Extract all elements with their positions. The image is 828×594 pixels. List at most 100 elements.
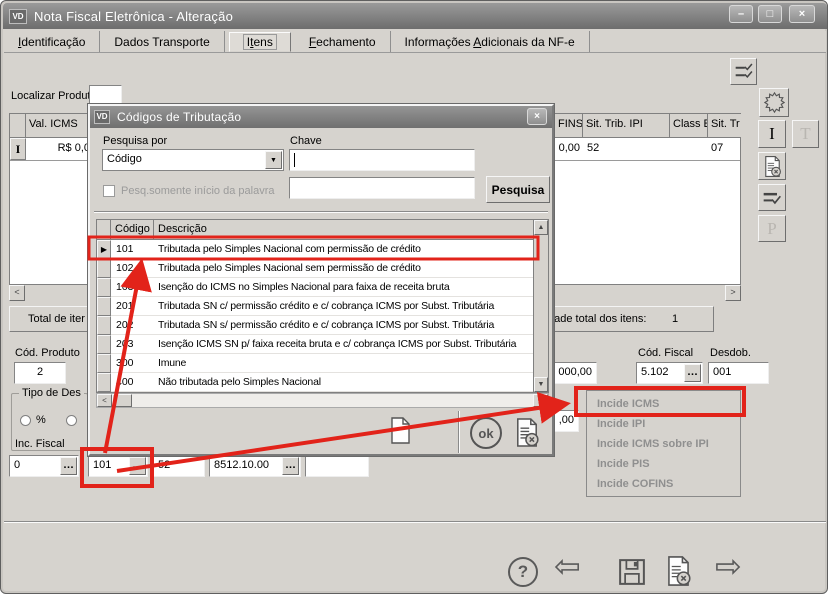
row-selector-cell[interactable] xyxy=(97,316,111,335)
pesquisa-button[interactable]: Pesquisa xyxy=(486,176,550,203)
arrow-left-icon: ⇦ xyxy=(554,548,581,584)
incide-ipi-option: Incide IPI xyxy=(597,414,740,434)
codigo-cell: 300 xyxy=(111,354,154,369)
new-document-icon xyxy=(388,416,412,445)
radio-valor[interactable] xyxy=(66,415,77,426)
row-selector-cell[interactable] xyxy=(97,373,111,392)
codigo-cell: 203 xyxy=(111,335,154,350)
trib-code-field[interactable]: 101 … xyxy=(88,455,148,477)
minimize-button[interactable]: – xyxy=(729,5,753,23)
grid-vertical-scrollbar[interactable]: ▲ ▼ xyxy=(533,220,548,392)
grid-scroll-right-button[interactable]: > xyxy=(725,285,741,301)
scroll-right-icon: > xyxy=(730,287,735,297)
radio-percent-label: % xyxy=(36,414,46,426)
tributacao-row-103[interactable]: 103Isenção do ICMS no Simples Nacional p… xyxy=(97,278,535,297)
check-all-items-button[interactable] xyxy=(730,58,757,85)
tab-label: Identificação xyxy=(18,35,85,49)
grid-col-descricao: Descrição xyxy=(154,220,534,240)
descricao-cell: Tributada SN c/ permissão crédito e c/ c… xyxy=(154,297,535,312)
trib-code-lookup-button[interactable]: … xyxy=(129,457,146,475)
new-record-button[interactable] xyxy=(388,416,412,448)
cod-fiscal-lookup-button[interactable]: … xyxy=(684,364,701,382)
close-button[interactable]: × xyxy=(789,5,815,23)
tab-itens[interactable]: Itens xyxy=(229,32,291,52)
pesquisa-button-label: Pesquisa xyxy=(492,183,545,197)
row-selector-cell[interactable] xyxy=(97,297,111,316)
current-row-pointer-icon: ▶ xyxy=(101,245,107,254)
row-selector-cell[interactable] xyxy=(97,278,111,297)
document-delete-icon xyxy=(514,417,540,448)
scroll-up-button[interactable]: ▲ xyxy=(534,220,548,235)
pesquisa-por-select[interactable]: Código ▼ xyxy=(102,149,284,171)
inc-fiscal-lookup-button[interactable]: … xyxy=(60,457,77,475)
dialog-titlebar[interactable]: VD Códigos de Tributação xyxy=(90,106,552,128)
tributacao-row-202[interactable]: 202Tributada SN s/ permissão crédito e c… xyxy=(97,316,535,335)
secondary-search-input[interactable] xyxy=(289,177,475,199)
item-mode-button[interactable]: I xyxy=(758,120,786,148)
seal-button[interactable] xyxy=(759,88,789,117)
tributacao-row-101[interactable]: ▶101Tributada pelo Simples Nacional com … xyxy=(97,240,535,259)
grid-scroll-left-button[interactable]: < xyxy=(9,285,25,301)
pesq-inicio-checkbox[interactable] xyxy=(103,185,115,197)
totals-left-label: Total de iter xyxy=(28,313,85,325)
tributacao-row-400[interactable]: 400Não tributada pelo Simples Nacional xyxy=(97,373,535,392)
cancel-button[interactable] xyxy=(514,417,540,451)
tab-bar: Identificação Dados TransporteItensFecham… xyxy=(4,31,826,53)
incide-options-box: Incide ICMS Incide IPI Incide ICMS sobre… xyxy=(586,390,741,497)
tributacao-row-300[interactable]: 300Imune xyxy=(97,354,535,373)
row-selector-cell[interactable] xyxy=(97,259,111,278)
dialog-close-button[interactable]: × xyxy=(527,108,547,125)
ok-button[interactable]: ok xyxy=(470,417,502,449)
extra-field[interactable] xyxy=(305,455,369,477)
cst-field[interactable]: 52 xyxy=(153,455,205,477)
dropdown-button[interactable]: ▼ xyxy=(265,151,282,169)
previous-button[interactable]: ⇦ xyxy=(554,551,581,581)
row-selector-cell[interactable] xyxy=(97,354,111,373)
chevron-down-icon: ▼ xyxy=(270,157,277,164)
tab-fechamento[interactable]: Fechamento xyxy=(295,31,391,52)
tipo-desconto-label: Tipo de Des xyxy=(19,387,84,399)
cod-produto-field[interactable]: 2 xyxy=(14,362,66,384)
chave-input[interactable] xyxy=(289,149,475,171)
cancel-record-button[interactable] xyxy=(665,555,692,590)
chave-label: Chave xyxy=(290,135,322,147)
confirm-list-button[interactable] xyxy=(758,184,786,211)
localizar-produto-input[interactable] xyxy=(89,85,122,106)
inc-fiscal-field[interactable]: 0 … xyxy=(9,455,79,477)
tributacao-grid[interactable]: Código Descrição ▶101Tributada pelo Simp… xyxy=(96,219,549,393)
scroll-down-button[interactable]: ▼ xyxy=(534,377,548,392)
desdob-value: 001 xyxy=(713,366,731,378)
app-window: VD Nota Fiscal Eletrônica - Alteração – … xyxy=(0,0,828,594)
maximize-button[interactable]: □ xyxy=(758,5,782,23)
tab-identifica-o[interactable]: Identificação xyxy=(4,31,100,52)
tab-informa-es-adicionais-da-nf-e[interactable]: Informações Adicionais da NF-e xyxy=(391,31,590,52)
cod-fiscal-field[interactable]: 5.102 … xyxy=(636,362,703,384)
desdob-field[interactable]: 001 xyxy=(708,362,769,384)
codigo-cell: 102 xyxy=(111,259,154,274)
cod-fiscal-label: Cód. Fiscal xyxy=(638,347,693,359)
tributacao-row-203[interactable]: 203Isenção ICMS SN p/ faixa receita brut… xyxy=(97,335,535,354)
ncm-lookup-button[interactable]: … xyxy=(282,457,299,475)
tributacao-row-201[interactable]: 201Tributada SN c/ permissão crédito e c… xyxy=(97,297,535,316)
tab-label: Informações Adicionais da NF-e xyxy=(405,35,575,49)
tributacao-row-102[interactable]: 102Tributada pelo Simples Nacional sem p… xyxy=(97,259,535,278)
grid-horizontal-scrollbar[interactable]: < > xyxy=(96,393,549,408)
tab-dados-transporte[interactable]: Dados Transporte xyxy=(100,31,224,52)
row-selector-cell[interactable]: ▶ xyxy=(97,240,111,259)
row-selector-cell[interactable] xyxy=(97,335,111,354)
radio-percent[interactable] xyxy=(20,415,31,426)
codigo-cell: 202 xyxy=(111,316,154,331)
delete-item-button[interactable] xyxy=(758,152,786,180)
valor-value: ,00 xyxy=(559,414,574,426)
window-titlebar[interactable]: VD Nota Fiscal Eletrônica - Alteração xyxy=(3,3,827,29)
ncm-field[interactable]: 8512.10.00 … xyxy=(209,455,301,477)
localizar-produto-label: Localizar Produt xyxy=(11,90,91,102)
seal-icon xyxy=(764,92,785,113)
help-button[interactable]: ? xyxy=(508,557,538,587)
save-button[interactable] xyxy=(617,557,647,590)
scrollbar-thumb[interactable] xyxy=(112,394,132,407)
next-button[interactable]: ⇨ xyxy=(715,551,742,581)
scroll-right-button[interactable]: > xyxy=(533,394,548,407)
cell-cofins: 0,00 xyxy=(554,138,580,160)
scroll-left-button[interactable]: < xyxy=(97,394,112,407)
